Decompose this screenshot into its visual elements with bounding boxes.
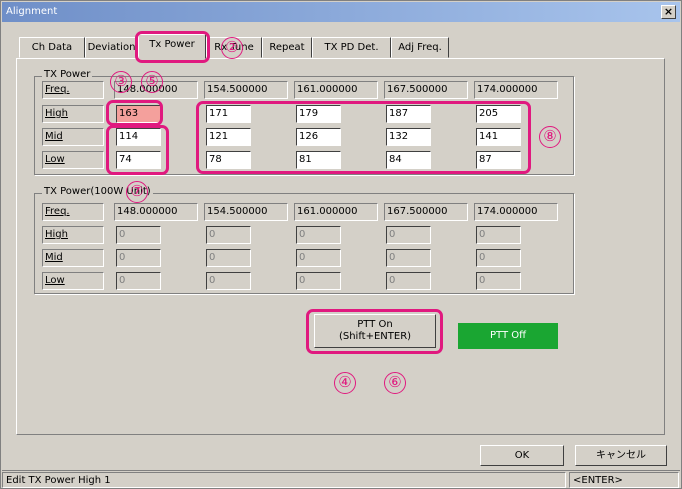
row-label-mid: Mid (42, 128, 104, 146)
tx-power-mid-161[interactable]: 126 (296, 128, 341, 146)
tx-power-low-174[interactable]: 87 (476, 151, 521, 169)
tx-power-mid-148[interactable]: 114 (116, 128, 161, 146)
tx-power-100w-low-154: 0 (206, 272, 251, 290)
title-bar: Alignment × (2, 2, 680, 22)
tx-power-group-title: TX Power (42, 69, 93, 81)
tx-power-low-148[interactable]: 74 (116, 151, 161, 169)
freq-value-100w: 167.500000 (384, 203, 468, 221)
tx-power-100w-high-148: 0 (116, 226, 161, 244)
freq-value: 167.500000 (384, 81, 468, 99)
status-bar: Edit TX Power High 1 <ENTER> (2, 470, 680, 488)
row-label-low: Low (42, 151, 104, 169)
annotation-8: ⑧ (539, 126, 561, 148)
tx-power-100w-low-161: 0 (296, 272, 341, 290)
tx-power-100w-low-174: 0 (476, 272, 521, 290)
row-label-high: High (42, 105, 104, 123)
tx-power-mid-167[interactable]: 132 (386, 128, 431, 146)
tx-power-100w-mid-154: 0 (206, 249, 251, 267)
tx-power-100w-mid-167: 0 (386, 249, 431, 267)
tx-power-100w-high-161: 0 (296, 226, 341, 244)
tx-power-100w-mid-148: 0 (116, 249, 161, 267)
tab-tx-power[interactable]: Tx Power (138, 34, 206, 59)
tx-power-high-154[interactable]: 171 (206, 105, 251, 123)
freq-label: Freq. (42, 81, 104, 99)
tab-deviation[interactable]: Deviation (85, 37, 138, 58)
annotation-4: ④ (334, 372, 356, 394)
ptt-on-line1: PTT On (357, 319, 393, 330)
tx-power-low-161[interactable]: 81 (296, 151, 341, 169)
freq-value: 161.000000 (294, 81, 378, 99)
tx-power-100w-high-174: 0 (476, 226, 521, 244)
tx-power-100w-low-148: 0 (116, 272, 161, 290)
tab-adj-freq[interactable]: Adj Freq. (391, 37, 449, 58)
tx-power-mid-174[interactable]: 141 (476, 128, 521, 146)
freq-value-100w: 174.000000 (474, 203, 558, 221)
alignment-dialog: Alignment × Ch Data Deviation Tx Power R… (0, 0, 682, 489)
tx-power-mid-154[interactable]: 121 (206, 128, 251, 146)
freq-label-100w: Freq. (42, 203, 104, 221)
row-label-high-100w: High (42, 226, 104, 244)
annotation-3: ③ (110, 71, 132, 93)
ptt-on-line2: (Shift+ENTER) (338, 331, 412, 342)
close-button[interactable]: × (661, 5, 676, 19)
annotation-2: ② (221, 37, 243, 59)
freq-value: 154.500000 (204, 81, 288, 99)
window-title: Alignment (6, 6, 58, 17)
freq-value-100w: 148.000000 (114, 203, 198, 221)
cancel-button[interactable]: キャンセル (575, 445, 667, 466)
tab-tx-pd-det[interactable]: TX PD Det. (312, 37, 391, 58)
row-label-mid-100w: Mid (42, 249, 104, 267)
tx-power-100w-mid-174: 0 (476, 249, 521, 267)
tx-power-100w-low-167: 0 (386, 272, 431, 290)
status-message: Edit TX Power High 1 (2, 472, 566, 488)
status-key-hint: <ENTER> (569, 472, 679, 488)
freq-value-100w: 154.500000 (204, 203, 288, 221)
tab-ch-data[interactable]: Ch Data (19, 37, 85, 58)
tx-power-high-161[interactable]: 179 (296, 105, 341, 123)
tx-power-high-167[interactable]: 187 (386, 105, 431, 123)
ok-button[interactable]: OK (480, 445, 564, 466)
tx-power-high-148[interactable]: 163 (116, 105, 161, 123)
ptt-on-button[interactable]: PTT On (Shift+ENTER) (314, 314, 436, 348)
tx-power-low-154[interactable]: 78 (206, 151, 251, 169)
tx-power-high-174[interactable]: 205 (476, 105, 521, 123)
tx-power-100w-mid-161: 0 (296, 249, 341, 267)
tx-power-100w-high-167: 0 (386, 226, 431, 244)
tx-power-100w-high-154: 0 (206, 226, 251, 244)
row-label-low-100w: Low (42, 272, 104, 290)
annotation-6: ⑥ (384, 372, 406, 394)
tab-repeat[interactable]: Repeat (262, 37, 312, 58)
annotation-5: ⑤ (141, 71, 163, 93)
freq-value-100w: 161.000000 (294, 203, 378, 221)
freq-value: 174.000000 (474, 81, 558, 99)
annotation-7: ⑦ (126, 181, 148, 203)
tx-power-low-167[interactable]: 84 (386, 151, 431, 169)
ptt-status-indicator: PTT Off (458, 323, 558, 349)
